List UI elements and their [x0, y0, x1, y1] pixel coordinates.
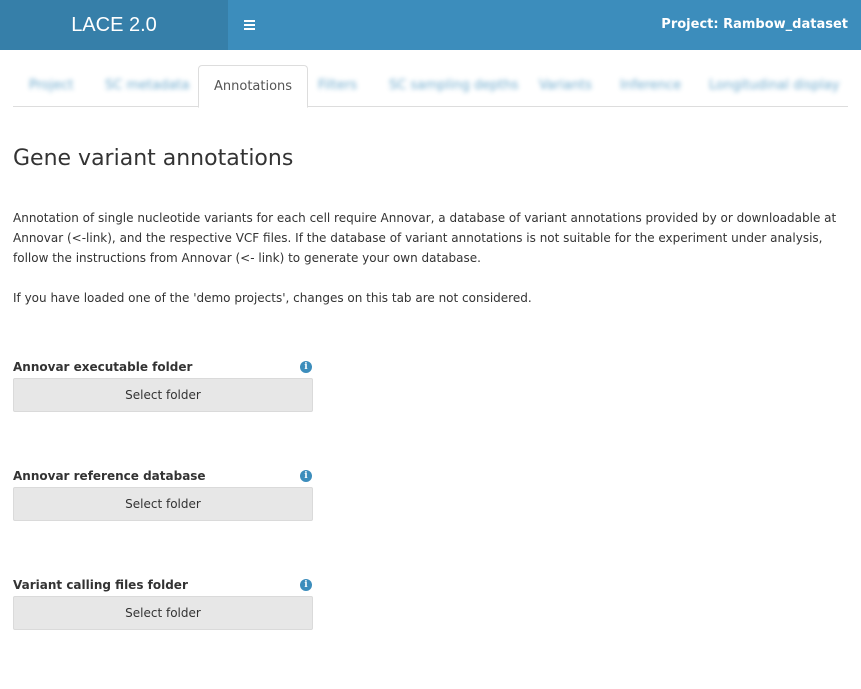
tab-inference[interactable]: Inference [620, 65, 681, 107]
info-icon[interactable]: i [300, 470, 312, 482]
info-icon[interactable]: i [300, 579, 312, 591]
sidebar-toggle-button[interactable] [228, 0, 270, 50]
tab-variants[interactable]: Variants [539, 65, 592, 107]
bars-icon [243, 20, 255, 30]
tab-project[interactable]: Project [29, 65, 73, 107]
top-navbar: LACE 2.0 Project: Rambow_dataset [0, 0, 861, 50]
tab-sc-metadata[interactable]: SC metadata [105, 65, 189, 107]
project-name-label: Project: Rambow_dataset [661, 17, 848, 32]
annovar-reference-database-label: Annovar reference database [13, 469, 206, 483]
annovar-executable-folder-button[interactable]: Select folder [13, 378, 313, 412]
annovar-reference-database-button[interactable]: Select folder [13, 487, 313, 521]
tab-filters[interactable]: Filters [318, 65, 357, 107]
page-title: Gene variant annotations [13, 146, 294, 171]
info-icon[interactable]: i [300, 361, 312, 373]
annotation-description: Annotation of single nucleotide variants… [13, 211, 837, 265]
demo-projects-note: If you have loaded one of the 'demo proj… [13, 291, 532, 305]
variant-calling-files-folder-label: Variant calling files folder [13, 578, 188, 592]
variant-calling-files-folder-button[interactable]: Select folder [13, 596, 313, 630]
tab-bar: Project SC metadata Annotations Filters … [13, 65, 848, 108]
annovar-executable-folder-label: Annovar executable folder [13, 360, 193, 374]
tab-longitudinal-display[interactable]: Longitudinal display [709, 65, 839, 107]
app-logo[interactable]: LACE 2.0 [0, 0, 228, 50]
tab-annotations[interactable]: Annotations [198, 65, 309, 108]
tab-sc-sampling-depths[interactable]: SC sampling depths [389, 65, 519, 107]
